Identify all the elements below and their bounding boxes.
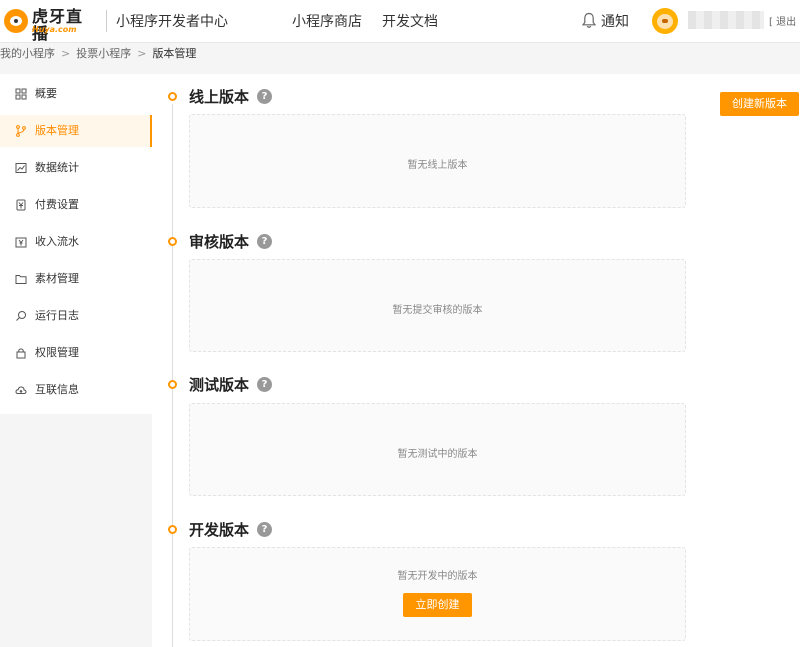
logo-subtext: Huya.com [32, 25, 77, 34]
help-icon[interactable]: ? [257, 377, 272, 392]
help-icon[interactable]: ? [257, 89, 272, 104]
username-redacted [688, 11, 764, 29]
sidebar-item-label: 运行日志 [35, 309, 79, 322]
sidebar-item-income-flow[interactable]: 收入流水 [0, 226, 152, 258]
sidebar-item-interconnect[interactable]: 互联信息 [0, 374, 152, 406]
timeline-dot [168, 92, 177, 101]
notification-link[interactable]: 通知 [601, 11, 629, 31]
sidebar-item-permissions[interactable]: 权限管理 [0, 337, 152, 369]
section-title-online: 线上版本 [189, 88, 250, 106]
cloud-icon [15, 386, 27, 395]
sidebar-item-assets[interactable]: 素材管理 [0, 263, 152, 295]
create-version-button[interactable]: 创建新版本 [720, 92, 799, 116]
breadcrumb-separator: > [137, 47, 147, 60]
sidebar-item-label: 收入流水 [35, 235, 79, 248]
breadcrumb-current: 版本管理 [152, 47, 197, 60]
review-version-panel: 暂无提交审核的版本 [189, 259, 686, 352]
breadcrumb: 我的小程序 > 投票小程序 > 版本管理 [0, 45, 196, 61]
huya-logo-icon [4, 9, 28, 33]
breadcrumb-my-programs[interactable]: 我的小程序 [0, 47, 55, 60]
bell-icon[interactable] [582, 12, 596, 29]
branch-icon [16, 125, 26, 137]
breadcrumb-separator: > [61, 47, 71, 60]
logout-link[interactable]: [ 退出 ] [769, 13, 800, 28]
empty-state-text: 暂无线上版本 [407, 160, 468, 171]
sidebar-item-run-logs[interactable]: 运行日志 [0, 300, 152, 332]
empty-state-text: 暂无测试中的版本 [397, 449, 478, 460]
income-icon [15, 237, 27, 248]
timeline-dot [168, 237, 177, 246]
sidebar-item-label: 数据统计 [35, 161, 79, 174]
top-header: 虎牙直播 Huya.com 小程序开发者中心 小程序商店 开发文档 通知 [ 退… [0, 0, 800, 43]
timeline-line [172, 104, 173, 647]
dev-version-panel: 暂无开发中的版本 立即创建 [189, 547, 686, 641]
nav-dev-docs[interactable]: 开发文档 [382, 11, 438, 31]
sidebar: 概要 版本管理 数据统计 付费设置 收入流水 素材管理 运行日志 权限管理 互联… [0, 74, 152, 414]
sidebar-item-label: 素材管理 [35, 272, 79, 285]
sidebar-item-payment-settings[interactable]: 付费设置 [0, 189, 152, 221]
breadcrumb-vote-program[interactable]: 投票小程序 [76, 47, 131, 60]
nav-mini-program-store[interactable]: 小程序商店 [292, 11, 362, 31]
search-icon [16, 311, 26, 321]
timeline-dot [168, 380, 177, 389]
timeline-dot [168, 525, 177, 534]
sidebar-item-label: 权限管理 [35, 346, 79, 359]
site-title: 小程序开发者中心 [116, 14, 228, 30]
lock-icon [16, 348, 26, 359]
grid-icon [15, 88, 27, 100]
sidebar-item-label: 互联信息 [35, 383, 79, 396]
sidebar-item-label: 付费设置 [35, 198, 79, 211]
sidebar-item-version-management[interactable]: 版本管理 [0, 115, 152, 147]
sidebar-item-statistics[interactable]: 数据统计 [0, 152, 152, 184]
chart-icon [15, 163, 27, 173]
help-icon[interactable]: ? [257, 234, 272, 249]
empty-state-text: 暂无提交审核的版本 [392, 305, 483, 316]
sidebar-item-overview[interactable]: 概要 [0, 78, 152, 110]
folder-icon [15, 275, 27, 284]
section-title-review: 审核版本 [189, 233, 250, 251]
test-version-panel: 暂无测试中的版本 [189, 403, 686, 496]
help-icon[interactable]: ? [257, 522, 272, 537]
section-title-dev: 开发版本 [189, 521, 250, 539]
huya-logo[interactable]: 虎牙直播 Huya.com [4, 8, 92, 42]
wallet-icon [16, 199, 26, 211]
online-version-panel: 暂无线上版本 [189, 114, 686, 208]
header-divider [106, 10, 107, 32]
avatar[interactable] [652, 8, 678, 34]
section-title-test: 测试版本 [189, 376, 250, 394]
create-now-button[interactable]: 立即创建 [403, 593, 472, 617]
sidebar-item-label: 概要 [35, 87, 57, 100]
empty-state-text: 暂无开发中的版本 [397, 571, 478, 582]
sidebar-item-label: 版本管理 [35, 124, 79, 137]
